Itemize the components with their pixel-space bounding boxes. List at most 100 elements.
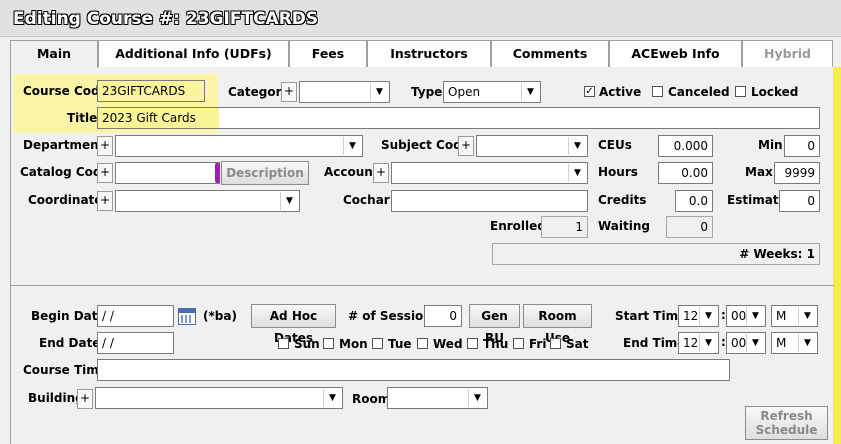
end-date-input[interactable]: / / xyxy=(97,332,174,354)
day-wed-label: Wed xyxy=(433,337,463,351)
day-mon-checkbox[interactable] xyxy=(323,338,334,349)
day-tue-checkbox[interactable] xyxy=(372,338,383,349)
estimate-label: Estimate xyxy=(727,193,787,207)
course-code-label: Course Code xyxy=(23,84,108,98)
ad-hoc-dates-button[interactable]: Ad Hoc Dates xyxy=(251,304,336,345)
day-fri-checkbox[interactable] xyxy=(513,338,524,349)
enrolled-label: Enrolled xyxy=(490,219,546,233)
catalog-code-add-button[interactable]: + xyxy=(97,163,113,183)
start-time-label: Start Time xyxy=(615,309,687,323)
waiting-value: 0 xyxy=(666,216,713,238)
end-hour-select[interactable]: 12 ▼ xyxy=(678,332,719,354)
department-add-button[interactable]: + xyxy=(97,136,113,156)
chevron-down-icon: ▼ xyxy=(746,334,764,352)
active-label: Active xyxy=(599,85,642,99)
day-sun-checkbox[interactable] xyxy=(278,338,289,349)
cochar1-label: Cochar1 xyxy=(343,193,399,207)
refresh-schedule-button[interactable]: Refresh Schedule xyxy=(745,406,828,440)
calendar-icon[interactable] xyxy=(178,308,196,325)
active-checkbox[interactable]: ✓ xyxy=(584,86,595,97)
right-accent-bar xyxy=(833,67,841,444)
tab-comments[interactable]: Comments xyxy=(491,40,609,67)
refresh-label-line1: Refresh xyxy=(760,409,813,423)
estimate-input[interactable]: 0 xyxy=(779,190,820,212)
title-value: 2023 Gift Cards xyxy=(98,108,219,128)
end-ampm-select[interactable]: M ▼ xyxy=(771,332,818,354)
ba-hint: (*ba) xyxy=(203,309,237,323)
section-divider xyxy=(11,285,834,286)
chevron-down-icon: ▼ xyxy=(568,137,586,155)
chevron-down-icon: ▼ xyxy=(370,83,388,101)
end-minute-select[interactable]: 00 ▼ xyxy=(726,332,766,354)
day-sat-label: Sat xyxy=(566,337,589,351)
account-add-button[interactable]: + xyxy=(373,163,389,183)
day-sat-checkbox[interactable] xyxy=(550,338,561,349)
chevron-down-icon: ▼ xyxy=(746,307,764,325)
type-select[interactable]: Open ▼ xyxy=(443,81,541,103)
ceus-label: CEUs xyxy=(598,138,632,152)
day-thu-label: Thu xyxy=(483,337,509,351)
tab-fees[interactable]: Fees xyxy=(289,40,367,67)
account-select[interactable]: ▼ xyxy=(391,162,588,184)
window-title: Editing Course #: 23GIFTCARDS xyxy=(13,9,319,29)
max-input[interactable]: 9999 xyxy=(774,162,820,184)
ceus-input[interactable]: 0.000 xyxy=(658,135,713,157)
chevron-down-icon: ▼ xyxy=(699,334,717,352)
credits-label: Credits xyxy=(598,193,647,207)
tab-instructors[interactable]: Instructors xyxy=(367,40,491,67)
tab-additional-info[interactable]: Additional Info (UDFs) xyxy=(98,40,289,67)
start-minute-select[interactable]: 00 ▼ xyxy=(726,305,766,327)
hours-label: Hours xyxy=(598,165,638,179)
hours-input[interactable]: 0.00 xyxy=(658,162,713,184)
day-thu-checkbox[interactable] xyxy=(467,338,478,349)
coordinator-select[interactable]: ▼ xyxy=(115,190,300,212)
category-select[interactable]: ▼ xyxy=(299,81,390,103)
day-wed-checkbox[interactable] xyxy=(417,338,428,349)
chevron-down-icon: ▼ xyxy=(323,389,341,407)
locked-checkbox[interactable] xyxy=(735,86,746,97)
room-use-button[interactable]: Room Use xyxy=(523,304,592,345)
locked-label: Locked xyxy=(751,85,799,99)
end-time-label: End Time xyxy=(623,336,686,350)
catalog-code-input[interactable] xyxy=(115,162,220,184)
refresh-label-line2: Schedule xyxy=(755,423,818,437)
sessions-input[interactable]: 0 xyxy=(424,305,462,327)
gen-ru-button[interactable]: Gen RU xyxy=(469,304,520,345)
start-ampm-select[interactable]: M ▼ xyxy=(771,305,818,327)
tab-hybrid[interactable]: Hybrid xyxy=(742,40,833,67)
building-add-button[interactable]: + xyxy=(77,389,93,409)
department-label: Department xyxy=(23,138,105,152)
room-select[interactable]: ▼ xyxy=(387,387,488,409)
tab-aceweb-info[interactable]: ACEweb Info xyxy=(609,40,742,67)
chevron-down-icon: ▼ xyxy=(521,83,539,101)
subject-code-select[interactable]: ▼ xyxy=(476,135,588,157)
subject-code-add-button[interactable]: + xyxy=(458,136,474,156)
chevron-down-icon: ▼ xyxy=(798,334,816,352)
credits-input[interactable]: 0.0 xyxy=(675,190,713,212)
min-input[interactable]: 0 xyxy=(784,135,820,157)
building-select[interactable]: ▼ xyxy=(95,387,343,409)
room-label: Room xyxy=(352,392,391,406)
coordinator-add-button[interactable]: + xyxy=(97,191,113,211)
course-time-label: Course Time xyxy=(23,363,107,377)
department-select[interactable]: ▼ xyxy=(115,135,363,157)
category-add-button[interactable]: + xyxy=(281,82,297,102)
begin-date-input[interactable]: / / xyxy=(97,305,174,327)
course-code-input[interactable]: 23GIFTCARDS xyxy=(97,80,205,102)
end-date-label: End Date xyxy=(39,336,101,350)
day-mon-label: Mon xyxy=(339,337,368,351)
canceled-label: Canceled xyxy=(668,85,730,99)
cochar1-input[interactable] xyxy=(391,190,588,212)
building-label: Building xyxy=(28,391,84,405)
tab-main[interactable]: Main xyxy=(10,40,98,68)
title-input[interactable]: 2023 Gift Cards xyxy=(97,107,820,129)
course-time-input[interactable] xyxy=(97,359,730,381)
canceled-checkbox[interactable] xyxy=(652,86,663,97)
chevron-down-icon: ▼ xyxy=(280,192,298,210)
description-button[interactable]: Description xyxy=(221,161,309,185)
start-hour-select[interactable]: 12 ▼ xyxy=(678,305,719,327)
window-title-bar: Editing Course #: 23GIFTCARDS xyxy=(0,0,841,37)
day-fri-label: Fri xyxy=(529,337,547,351)
catalog-code-marker xyxy=(215,163,220,183)
enrolled-value: 1 xyxy=(541,216,588,238)
